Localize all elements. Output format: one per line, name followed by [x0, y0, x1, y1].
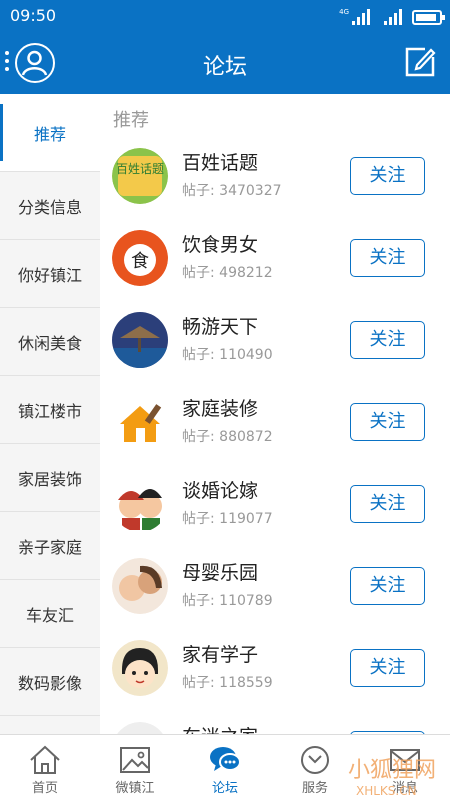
forum-name: 畅游天下: [182, 316, 259, 338]
forum-row[interactable]: 谈婚论嫁 帖子: 119077 关注: [100, 464, 450, 546]
forum-name: 家庭装修: [182, 398, 259, 420]
sidebar-item-family[interactable]: 亲子家庭: [0, 512, 100, 580]
forum-post-count: 帖子: 880872: [182, 429, 273, 445]
thumb-text-line: 百姓话题: [116, 162, 164, 176]
sidebar-item-classified[interactable]: 分类信息: [0, 172, 100, 240]
forum-post-count: 帖子: 119077: [182, 511, 273, 527]
forum-thumbnail: [112, 312, 168, 368]
sidebar-item-real-estate[interactable]: 镇江楼市: [0, 376, 100, 444]
sidebar-item-home-decor[interactable]: 家居装饰: [0, 444, 100, 512]
forum-name: 谈婚论嫁: [182, 480, 259, 502]
app-header: 论坛: [0, 32, 450, 94]
follow-button[interactable]: 关注: [350, 321, 425, 359]
sidebar-item-label: 你好镇江: [17, 265, 82, 285]
forum-row[interactable]: 家庭装修 帖子: 880872 关注: [100, 382, 450, 464]
forum-name: 家有学子: [182, 644, 259, 666]
signal-icon: [352, 9, 370, 25]
follow-button[interactable]: 关注: [350, 157, 425, 195]
tab-wei-zhenjiang[interactable]: 微镇江: [90, 735, 180, 800]
tab-label: 论坛: [211, 781, 238, 796]
forum-thumbnail: [112, 394, 168, 450]
sidebar-item-label: 推荐: [33, 124, 66, 144]
forum-row[interactable]: 母婴乐园 帖子: 110789 关注: [100, 546, 450, 628]
forum-list-panel: 推荐 百姓话题 百姓话题 帖子: 3470327 关注 食 饮食男女 帖子: 4…: [100, 94, 450, 734]
forum-thumbnail: 百姓话题: [112, 148, 168, 204]
forum-post-count: 帖子: 110789: [182, 593, 273, 609]
sidebar-item-label: 车友汇: [25, 605, 74, 625]
sidebar-item-leisure-food[interactable]: 休闲美食: [0, 308, 100, 376]
section-title: 推荐: [113, 110, 149, 131]
forum-row[interactable]: 车迷之家 关注: [100, 710, 450, 734]
home-icon: [30, 745, 60, 774]
forum-row[interactable]: 家有学子 帖子: 118559 关注: [100, 628, 450, 710]
image-icon: [120, 747, 150, 773]
sidebar-item-label: 镇江楼市: [17, 401, 82, 421]
forum-row[interactable]: 食 饮食男女 帖子: 498212 关注: [100, 218, 450, 300]
forum-name: 百姓话题: [182, 152, 259, 174]
forum-row[interactable]: 畅游天下 帖子: 110490 关注: [100, 300, 450, 382]
thumb-food-glyph: 食: [131, 251, 149, 272]
sidebar-item-label: 亲子家庭: [17, 537, 82, 557]
status-bar: 09:50 4G: [0, 0, 450, 32]
follow-button[interactable]: 关注: [350, 239, 425, 277]
battery-fill: [416, 14, 436, 21]
forum-post-count: 帖子: 3470327: [182, 183, 282, 199]
forum-post-count: 帖子: 118559: [182, 675, 273, 691]
battery-icon: [412, 10, 445, 25]
sidebar-item-digital-photo[interactable]: 数码影像: [0, 648, 100, 716]
follow-button[interactable]: 关注: [350, 567, 425, 605]
service-icon: [301, 746, 329, 774]
edit-icon: [405, 47, 436, 77]
forum-thumbnail: [112, 476, 168, 532]
sidebar-item-car-club[interactable]: 车友汇: [0, 580, 100, 648]
network-type: 4G: [339, 8, 349, 16]
status-time: 09:50: [10, 6, 57, 25]
sidebar-item-hello-zhenjiang[interactable]: 你好镇江: [0, 240, 100, 308]
forum-name: 饮食男女: [182, 234, 259, 256]
follow-button[interactable]: 关注: [350, 485, 425, 523]
forum-name: 母婴乐园: [182, 562, 259, 584]
forum-name: 车迷之家: [182, 722, 258, 734]
status-icons: 4G: [339, 7, 445, 25]
forum-thumbnail: [112, 558, 168, 614]
chat-icon: [210, 747, 241, 771]
signal-icon-2: [384, 9, 402, 25]
sidebar-item-label: 休闲美食: [17, 333, 82, 353]
follow-button[interactable]: 关注: [350, 403, 425, 441]
tab-label: 首页: [31, 781, 58, 796]
compose-button[interactable]: [403, 45, 437, 79]
sidebar-item-recommend[interactable]: 推荐: [0, 94, 100, 172]
tab-forum[interactable]: 论坛: [180, 735, 270, 800]
category-sidebar: 推荐 分类信息 你好镇江 休闲美食 镇江楼市 家居装饰 亲子家庭 车友汇 数码影…: [0, 94, 100, 734]
tab-service[interactable]: 服务: [270, 735, 360, 800]
page-title: 论坛: [202, 55, 247, 80]
forum-row[interactable]: 百姓话题 百姓话题 帖子: 3470327 关注: [100, 136, 450, 218]
forum-thumbnail: [112, 722, 168, 734]
follow-button[interactable]: 关注: [350, 649, 425, 687]
watermark-url: XHLKS.CN: [356, 784, 417, 798]
watermark-text: 小狐狸网: [348, 758, 437, 783]
forum-post-count: 帖子: 110490: [182, 347, 273, 363]
forum-thumbnail: [112, 640, 168, 696]
sidebar-item-label: 分类信息: [17, 197, 82, 217]
forum-thumbnail: 食: [112, 230, 168, 286]
watermark: 小狐狸网 XHLKS.CN: [348, 752, 436, 798]
forum-post-count: 帖子: 498212: [182, 265, 273, 281]
tab-home[interactable]: 首页: [0, 735, 90, 800]
tab-label: 服务: [301, 781, 328, 796]
tab-label: 微镇江: [115, 781, 155, 796]
sidebar-item-label: 家居装饰: [17, 469, 82, 489]
sidebar-item-label: 数码影像: [17, 673, 82, 693]
